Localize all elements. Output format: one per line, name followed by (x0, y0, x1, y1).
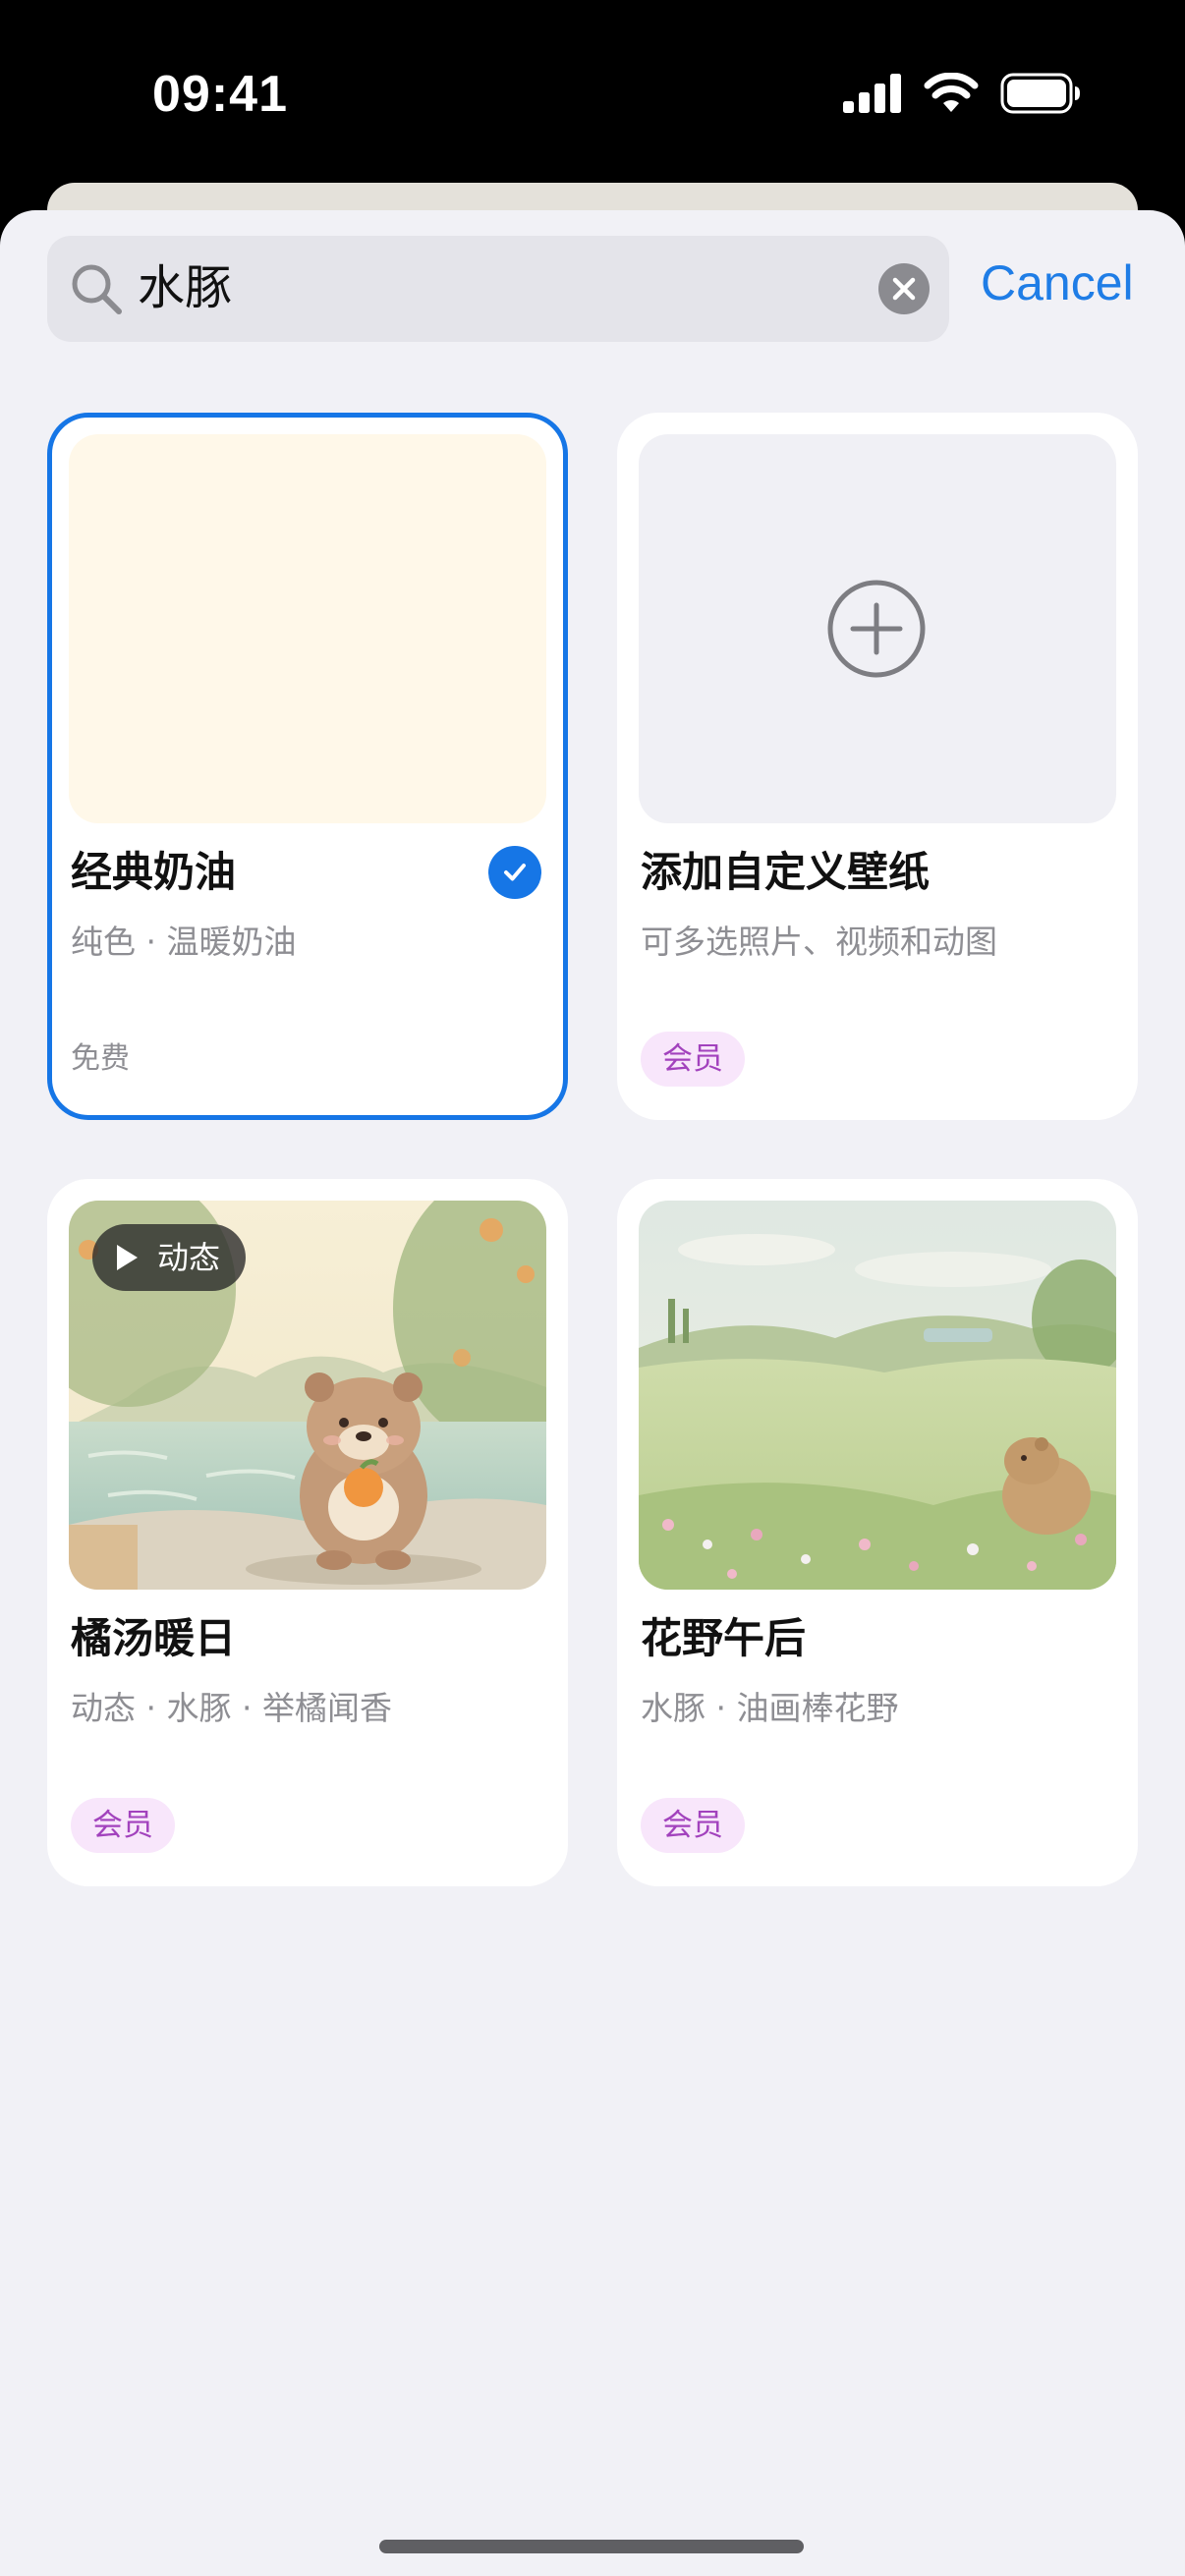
battery-icon (1000, 73, 1080, 114)
search-icon (72, 264, 122, 314)
card-title: 经典奶油 (71, 848, 237, 896)
wallpaper-card-orange-bath[interactable]: 动态 橘汤暖日 动态 · 水豚 · 举橘闻香 会员 (47, 1179, 568, 1886)
add-custom-wallpaper-card[interactable]: 添加自定义壁纸 可多选照片、视频和动图 会员 (617, 413, 1138, 1120)
wallpaper-card-classic-cream[interactable]: 经典奶油 纯色 · 温暖奶油 免费 (47, 413, 568, 1120)
capybara-meadow-illustration (639, 1201, 1116, 1590)
card-subtitle: 可多选照片、视频和动图 (641, 923, 997, 961)
add-wallpaper-placeholder (639, 434, 1116, 823)
wallpaper-thumbnail: 动态 (69, 1201, 546, 1590)
cellular-signal-icon (843, 74, 901, 113)
card-subtitle: 水豚 · 油画棒花野 (641, 1689, 899, 1727)
wifi-icon (924, 73, 979, 112)
status-time: 09:41 (152, 66, 288, 123)
selected-checkmark-icon (488, 846, 541, 899)
home-indicator[interactable] (379, 2540, 804, 2553)
card-title: 添加自定义壁纸 (641, 848, 931, 896)
dynamic-tag: 动态 (92, 1224, 247, 1291)
member-badge: 会员 (641, 1032, 745, 1087)
status-icons (843, 71, 1081, 116)
search-query-text[interactable]: 水豚 (138, 255, 232, 320)
dynamic-tag-label: 动态 (157, 1239, 221, 1276)
close-icon (892, 277, 916, 301)
wallpaper-thumbnail (69, 434, 546, 823)
member-badge: 会员 (641, 1798, 745, 1853)
card-title: 花野午后 (641, 1614, 807, 1662)
clear-search-button[interactable] (878, 263, 930, 314)
wallpaper-thumbnail (639, 1201, 1116, 1590)
member-badge: 会员 (71, 1798, 175, 1853)
price-label: 免费 (71, 1041, 130, 1076)
wallpaper-card-flower-field[interactable]: 花野午后 水豚 · 油画棒花野 会员 (617, 1179, 1138, 1886)
search-field[interactable]: 水豚 (47, 236, 949, 342)
play-icon (117, 1245, 138, 1270)
card-subtitle: 动态 · 水豚 · 举橘闻香 (71, 1689, 392, 1727)
card-subtitle: 纯色 · 温暖奶油 (71, 923, 297, 961)
wallpaper-search-sheet: 水豚 Cancel 经典奶油 纯色 · 温暖奶油 免费 添加自定义壁纸 可多选照… (0, 210, 1185, 2576)
status-bar: 09:41 (0, 0, 1185, 196)
card-title: 橘汤暖日 (71, 1614, 237, 1662)
add-circle-icon (827, 580, 926, 678)
cancel-button[interactable]: Cancel (981, 253, 1134, 312)
